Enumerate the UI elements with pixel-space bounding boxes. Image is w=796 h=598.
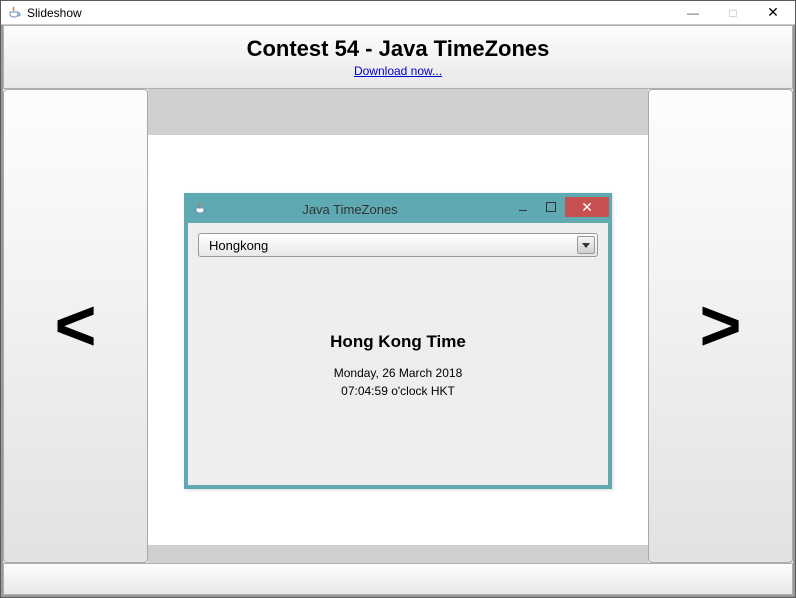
footer-panel [3, 563, 793, 595]
slide-canvas: Java TimeZones ✕ Hongkong [148, 135, 648, 545]
prev-button[interactable]: < [3, 89, 148, 563]
java-icon [193, 202, 207, 216]
download-link[interactable]: Download now... [354, 64, 442, 78]
inner-body: Hongkong Hong Kong Time Monday, 26 March… [187, 222, 609, 486]
timezone-combobox[interactable]: Hongkong [198, 233, 598, 257]
app-body: Contest 54 - Java TimeZones Download now… [1, 25, 795, 597]
slide-area: Java TimeZones ✕ Hongkong [148, 89, 648, 563]
inner-window-controls: ✕ [509, 196, 609, 218]
titlebar: Slideshow — □ ✕ [1, 1, 795, 25]
header-panel: Contest 54 - Java TimeZones Download now… [3, 25, 793, 89]
inner-close-button[interactable]: ✕ [565, 197, 609, 217]
inner-maximize-button[interactable] [537, 197, 565, 217]
time-line: 07:04:59 o'clock HKT [341, 382, 455, 400]
close-button[interactable]: ✕ [753, 2, 793, 24]
combobox-value: Hongkong [209, 238, 577, 253]
chevron-down-icon [577, 236, 595, 254]
window-title: Slideshow [27, 6, 673, 20]
main-area: < [3, 89, 793, 563]
inner-minimize-button[interactable] [509, 197, 537, 217]
time-display: Hong Kong Time Monday, 26 March 2018 07:… [198, 257, 598, 475]
inner-window-title: Java TimeZones [211, 202, 509, 217]
maximize-button[interactable]: □ [713, 2, 753, 24]
java-icon [7, 6, 21, 20]
next-button[interactable]: > [648, 89, 793, 563]
page-title: Contest 54 - Java TimeZones [247, 36, 550, 62]
inner-titlebar: Java TimeZones ✕ [187, 196, 609, 222]
inner-window: Java TimeZones ✕ Hongkong [184, 193, 612, 489]
window-controls: — □ ✕ [673, 2, 793, 24]
slideshow-window: Slideshow — □ ✕ Contest 54 - Java TimeZo… [0, 0, 796, 598]
minimize-button[interactable]: — [673, 2, 713, 24]
zone-heading: Hong Kong Time [330, 332, 466, 352]
date-line: Monday, 26 March 2018 [334, 364, 463, 382]
